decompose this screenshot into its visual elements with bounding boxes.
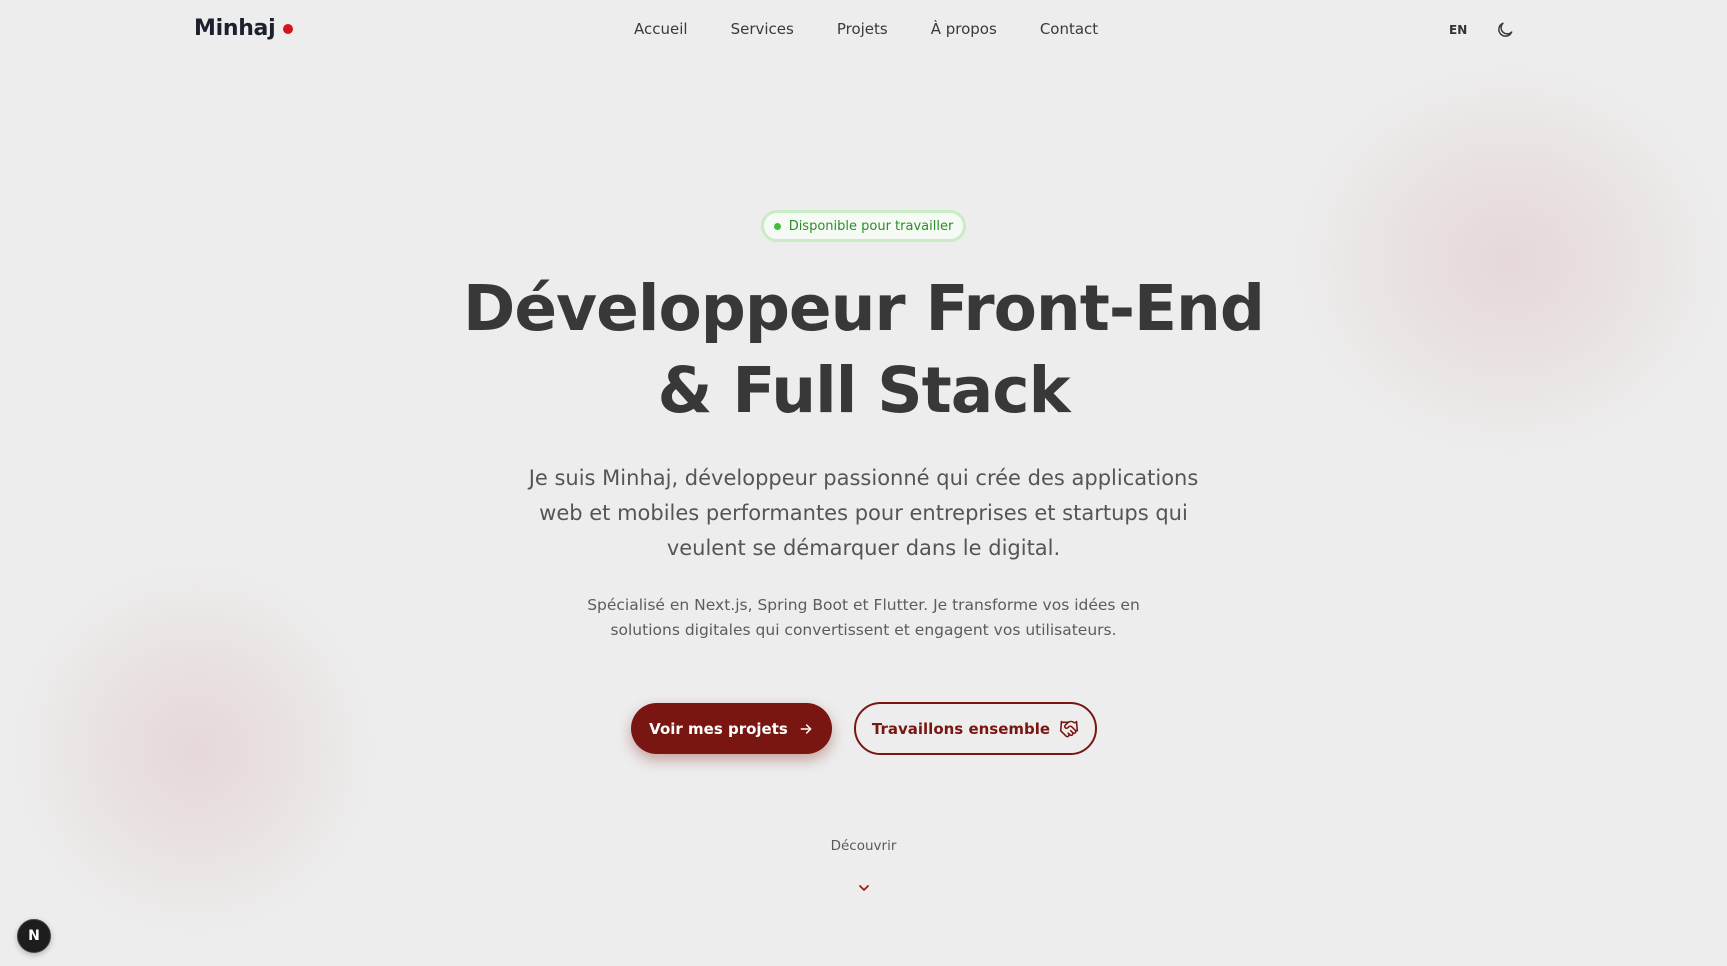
view-projects-button[interactable]: Voir mes projets bbox=[631, 703, 832, 754]
language-toggle[interactable]: EN bbox=[1449, 23, 1467, 37]
hero-sub-text: Spécialisé en Next.js, Spring Boot et Fl… bbox=[587, 596, 1140, 639]
availability-badge: Disponible pour travailler bbox=[761, 210, 966, 242]
nav-link-projets[interactable]: Projets bbox=[837, 20, 888, 38]
nav-link-accueil[interactable]: Accueil bbox=[634, 20, 688, 38]
nav-link-a-propos[interactable]: À propos bbox=[931, 20, 997, 38]
moon-icon[interactable] bbox=[1495, 20, 1515, 40]
arrow-right-icon bbox=[800, 723, 812, 734]
view-projects-label: Voir mes projets bbox=[649, 719, 788, 738]
handshake-icon bbox=[1059, 720, 1079, 737]
logo[interactable]: Minhaj bbox=[194, 16, 294, 41]
nextjs-dev-indicator[interactable]: N bbox=[17, 919, 51, 953]
site-header: Minhaj Accueil Services Projets À propos… bbox=[0, 0, 1727, 60]
nav-link-services[interactable]: Services bbox=[731, 20, 794, 38]
work-together-label: Travaillons ensemble bbox=[871, 719, 1051, 738]
main-nav: Accueil Services Projets À propos Contac… bbox=[634, 20, 1098, 38]
discover-label: Découvrir bbox=[830, 838, 897, 854]
status-dot bbox=[773, 222, 781, 230]
logo-text: Minhaj bbox=[194, 16, 276, 41]
hero-title-line-1: Développeur Front-End bbox=[463, 272, 1265, 345]
logo-dot bbox=[283, 23, 294, 34]
work-together-button[interactable]: Travaillons ensemble bbox=[854, 702, 1097, 755]
nav-link-contact[interactable]: Contact bbox=[1040, 20, 1098, 38]
background-glow-left bbox=[10, 560, 380, 940]
hero-title-line-2: & Full Stack bbox=[657, 354, 1071, 427]
hero-title: Développeur Front-End & Full Stack bbox=[0, 268, 1727, 432]
availability-text: Disponible pour travailler bbox=[788, 218, 954, 234]
chevron-down-icon[interactable] bbox=[856, 880, 872, 896]
hero-lead-text: Je suis Minhaj, développeur passionné qu… bbox=[528, 466, 1199, 560]
